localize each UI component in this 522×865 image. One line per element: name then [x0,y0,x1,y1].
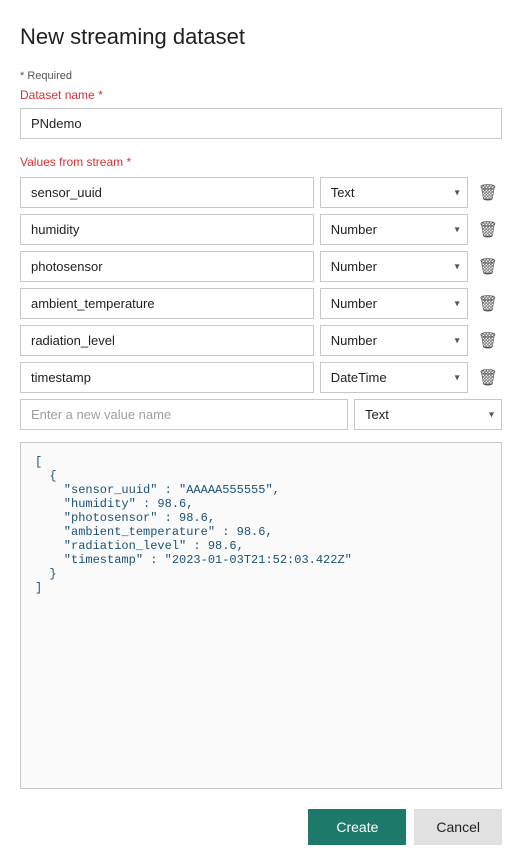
value-rows-container: TextNumberDateTimeBoolean▾🗑TextNumberDat… [20,177,502,399]
values-from-stream-label: Values from stream * [20,155,502,169]
type-select[interactable]: TextNumberDateTimeBoolean [320,325,468,356]
required-note: * Required [20,70,502,82]
dataset-name-label: Dataset name * [20,88,502,102]
value-name-input[interactable] [20,325,314,356]
value-name-input[interactable] [20,288,314,319]
json-preview: [ { "sensor_uuid" : "AAAAA555555", "humi… [20,442,502,789]
type-select-wrapper: TextNumberDateTimeBoolean▾ [320,362,468,393]
footer: Create Cancel [20,789,502,845]
value-row: TextNumberDateTimeBoolean▾🗑 [20,214,502,245]
type-select[interactable]: TextNumberDateTimeBoolean [320,214,468,245]
delete-row-button[interactable]: 🗑 [474,253,502,281]
panel: New streaming dataset * Required Dataset… [0,0,522,865]
new-value-type-wrapper: TextNumberDateTimeBoolean ▾ [354,399,502,430]
delete-row-button[interactable]: 🗑 [474,327,502,355]
delete-row-button[interactable]: 🗑 [474,290,502,318]
value-name-input[interactable] [20,177,314,208]
type-select-wrapper: TextNumberDateTimeBoolean▾ [320,177,468,208]
type-select[interactable]: TextNumberDateTimeBoolean [320,288,468,319]
type-select-wrapper: TextNumberDateTimeBoolean▾ [320,251,468,282]
value-row: TextNumberDateTimeBoolean▾🗑 [20,362,502,393]
value-name-input[interactable] [20,251,314,282]
value-name-input[interactable] [20,214,314,245]
value-row: TextNumberDateTimeBoolean▾🗑 [20,325,502,356]
delete-row-button[interactable]: 🗑 [474,364,502,392]
type-select-wrapper: TextNumberDateTimeBoolean▾ [320,214,468,245]
dataset-name-input[interactable] [20,108,502,139]
page-title: New streaming dataset [20,24,502,50]
new-value-row: TextNumberDateTimeBoolean ▾ [20,399,502,430]
value-row: TextNumberDateTimeBoolean▾🗑 [20,251,502,282]
new-value-name-input[interactable] [20,399,348,430]
delete-row-button[interactable]: 🗑 [474,216,502,244]
delete-row-button[interactable]: 🗑 [474,179,502,207]
type-select[interactable]: TextNumberDateTimeBoolean [320,251,468,282]
type-select[interactable]: TextNumberDateTimeBoolean [320,362,468,393]
type-select-wrapper: TextNumberDateTimeBoolean▾ [320,325,468,356]
value-row: TextNumberDateTimeBoolean▾🗑 [20,288,502,319]
value-name-input[interactable] [20,362,314,393]
type-select-wrapper: TextNumberDateTimeBoolean▾ [320,288,468,319]
create-button[interactable]: Create [308,809,406,845]
value-row: TextNumberDateTimeBoolean▾🗑 [20,177,502,208]
cancel-button[interactable]: Cancel [414,809,502,845]
new-value-type-select[interactable]: TextNumberDateTimeBoolean [354,399,502,430]
type-select[interactable]: TextNumberDateTimeBoolean [320,177,468,208]
